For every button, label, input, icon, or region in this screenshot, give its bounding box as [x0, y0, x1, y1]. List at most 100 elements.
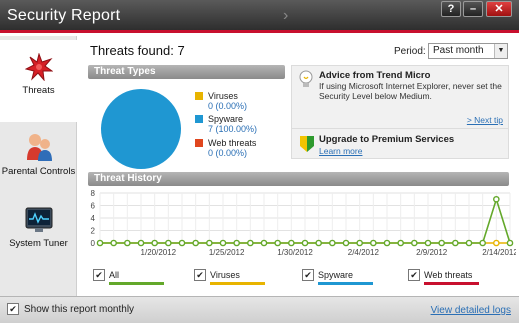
lightbulb-icon — [299, 70, 313, 87]
data-point-all — [206, 239, 213, 247]
legend-value[interactable]: 0 (0.00%) — [208, 148, 247, 158]
data-point-all — [124, 239, 131, 247]
data-point-all — [383, 239, 391, 247]
sidebar-item-parental-controls[interactable]: Parental Controls — [0, 126, 77, 196]
filter-spyware-checkbox[interactable]: ✔ — [302, 269, 314, 281]
chevron-down-icon[interactable]: ▼ — [494, 44, 507, 58]
data-point-all — [424, 239, 432, 247]
sidebar-item-threats[interactable]: Threats — [0, 40, 77, 122]
report-panel: Threats found: 7 Period: Past month ▼ Th… — [78, 36, 519, 296]
premium-check-icon — [300, 136, 314, 152]
period-label: Period: — [394, 46, 426, 57]
period-select[interactable]: Past month ▼ — [428, 43, 508, 59]
threat-types-heading: Threat Types — [88, 65, 285, 79]
legend-name: Web threats — [208, 138, 257, 148]
data-point-all — [493, 195, 500, 203]
parental-people-icon — [26, 134, 52, 161]
data-point-all — [465, 239, 473, 247]
data-point-all — [260, 239, 268, 247]
data-point-all — [165, 239, 172, 247]
threats-found-count: Threats found: 7 — [90, 43, 185, 58]
data-point-all — [301, 239, 309, 247]
chevron-right-icon: › — [283, 7, 289, 24]
system-tuner-monitor-icon — [25, 207, 52, 232]
legend-swatch — [195, 139, 203, 147]
y-tick-label: 2 — [91, 227, 96, 236]
legend-value[interactable]: 0 (0.00%) — [208, 101, 247, 111]
data-point-all — [110, 239, 117, 247]
y-tick-label: 6 — [91, 202, 96, 211]
data-point-all — [506, 239, 514, 247]
pie-slice-spyware — [101, 89, 181, 169]
legend-swatch — [195, 92, 203, 100]
advice-text: If using Microsoft Internet Explorer, ne… — [319, 81, 502, 101]
legend-swatch — [195, 115, 203, 123]
data-point-viruses — [493, 239, 500, 247]
y-tick-label: 0 — [91, 239, 96, 248]
sidebar-item-system-tuner[interactable]: System Tuner — [0, 202, 77, 262]
sidebar-item-label: Parental Controls — [1, 166, 76, 177]
data-point-all — [370, 239, 377, 247]
data-point-all — [288, 239, 295, 247]
data-point-all — [233, 239, 240, 247]
sidebar-item-label: Threats — [22, 85, 55, 96]
data-point-all — [479, 239, 486, 247]
data-point-all — [329, 239, 336, 247]
close-button[interactable]: ✕ — [486, 1, 512, 17]
filter-label: Web threats — [424, 270, 473, 280]
data-point-all — [411, 239, 418, 247]
data-point-all — [356, 239, 363, 247]
advice-title: Advice from Trend Micro — [319, 70, 431, 81]
data-point-all — [137, 239, 145, 247]
legend-value[interactable]: 7 (100.00%) — [208, 124, 257, 134]
data-point-all — [151, 239, 158, 247]
data-point-all — [96, 239, 104, 247]
x-tick-label: 2/14/2012 — [482, 248, 516, 257]
show-monthly-label: Show this report monthly — [24, 304, 135, 315]
threat-types-pie-chart — [101, 89, 181, 169]
x-tick-label: 1/20/2012 — [141, 248, 177, 257]
filter-label: Spyware — [318, 270, 354, 280]
window-title: Security Report — [7, 7, 121, 24]
data-point-all — [342, 239, 350, 247]
help-button[interactable]: ? — [441, 1, 461, 17]
filter-color-line — [109, 282, 164, 285]
show-monthly-checkbox[interactable]: ✔ — [7, 303, 19, 315]
upgrade-title: Upgrade to Premium Services — [319, 134, 455, 145]
y-tick-label: 4 — [91, 214, 96, 223]
advice-panel: Advice from Trend Micro If using Microso… — [291, 65, 509, 159]
threat-history-chart: 0 2 4 6 8 1/20/2012 1/25/2012 1/30/2012 2/4/2012… — [91, 189, 516, 257]
data-point-all — [178, 239, 186, 247]
x-tick-label: 1/30/2012 — [277, 248, 313, 257]
legend-name: Spyware — [208, 114, 244, 124]
data-point-all — [247, 239, 254, 247]
data-point-all — [397, 239, 404, 247]
data-point-all — [438, 239, 445, 247]
data-point-all — [452, 239, 459, 247]
next-tip-link[interactable]: > Next tip — [467, 115, 503, 125]
threat-history-heading: Threat History — [88, 172, 509, 186]
filter-viruses-checkbox[interactable]: ✔ — [194, 269, 206, 281]
x-tick-label: 2/4/2012 — [348, 248, 380, 257]
footer-bar: ✔ Show this report monthly View detailed… — [0, 296, 519, 323]
view-detailed-logs-link[interactable]: View detailed logs — [431, 305, 511, 316]
filter-color-line — [318, 282, 373, 285]
filter-color-line — [424, 282, 479, 285]
data-point-all — [192, 239, 199, 247]
sidebar: Threats Parental Controls System Tuner — [0, 36, 77, 296]
title-bar: Security Report › ? – ✕ — [0, 0, 519, 33]
filter-label: All — [109, 270, 120, 280]
sidebar-item-label: System Tuner — [9, 238, 68, 249]
filter-web-threats-checkbox[interactable]: ✔ — [408, 269, 420, 281]
filter-label: Viruses — [210, 270, 240, 280]
filter-all-checkbox[interactable]: ✔ — [93, 269, 105, 281]
learn-more-link[interactable]: Learn more — [319, 146, 362, 156]
minimize-button[interactable]: – — [463, 1, 483, 17]
upgrade-panel: Upgrade to Premium Services Learn more — [292, 128, 508, 158]
period-select-value: Past month — [433, 45, 484, 56]
data-point-all — [315, 239, 322, 247]
x-tick-label: 2/9/2012 — [416, 248, 448, 257]
x-tick-label: 1/25/2012 — [209, 248, 245, 257]
filter-color-line — [210, 282, 265, 285]
data-point-all — [219, 239, 227, 247]
